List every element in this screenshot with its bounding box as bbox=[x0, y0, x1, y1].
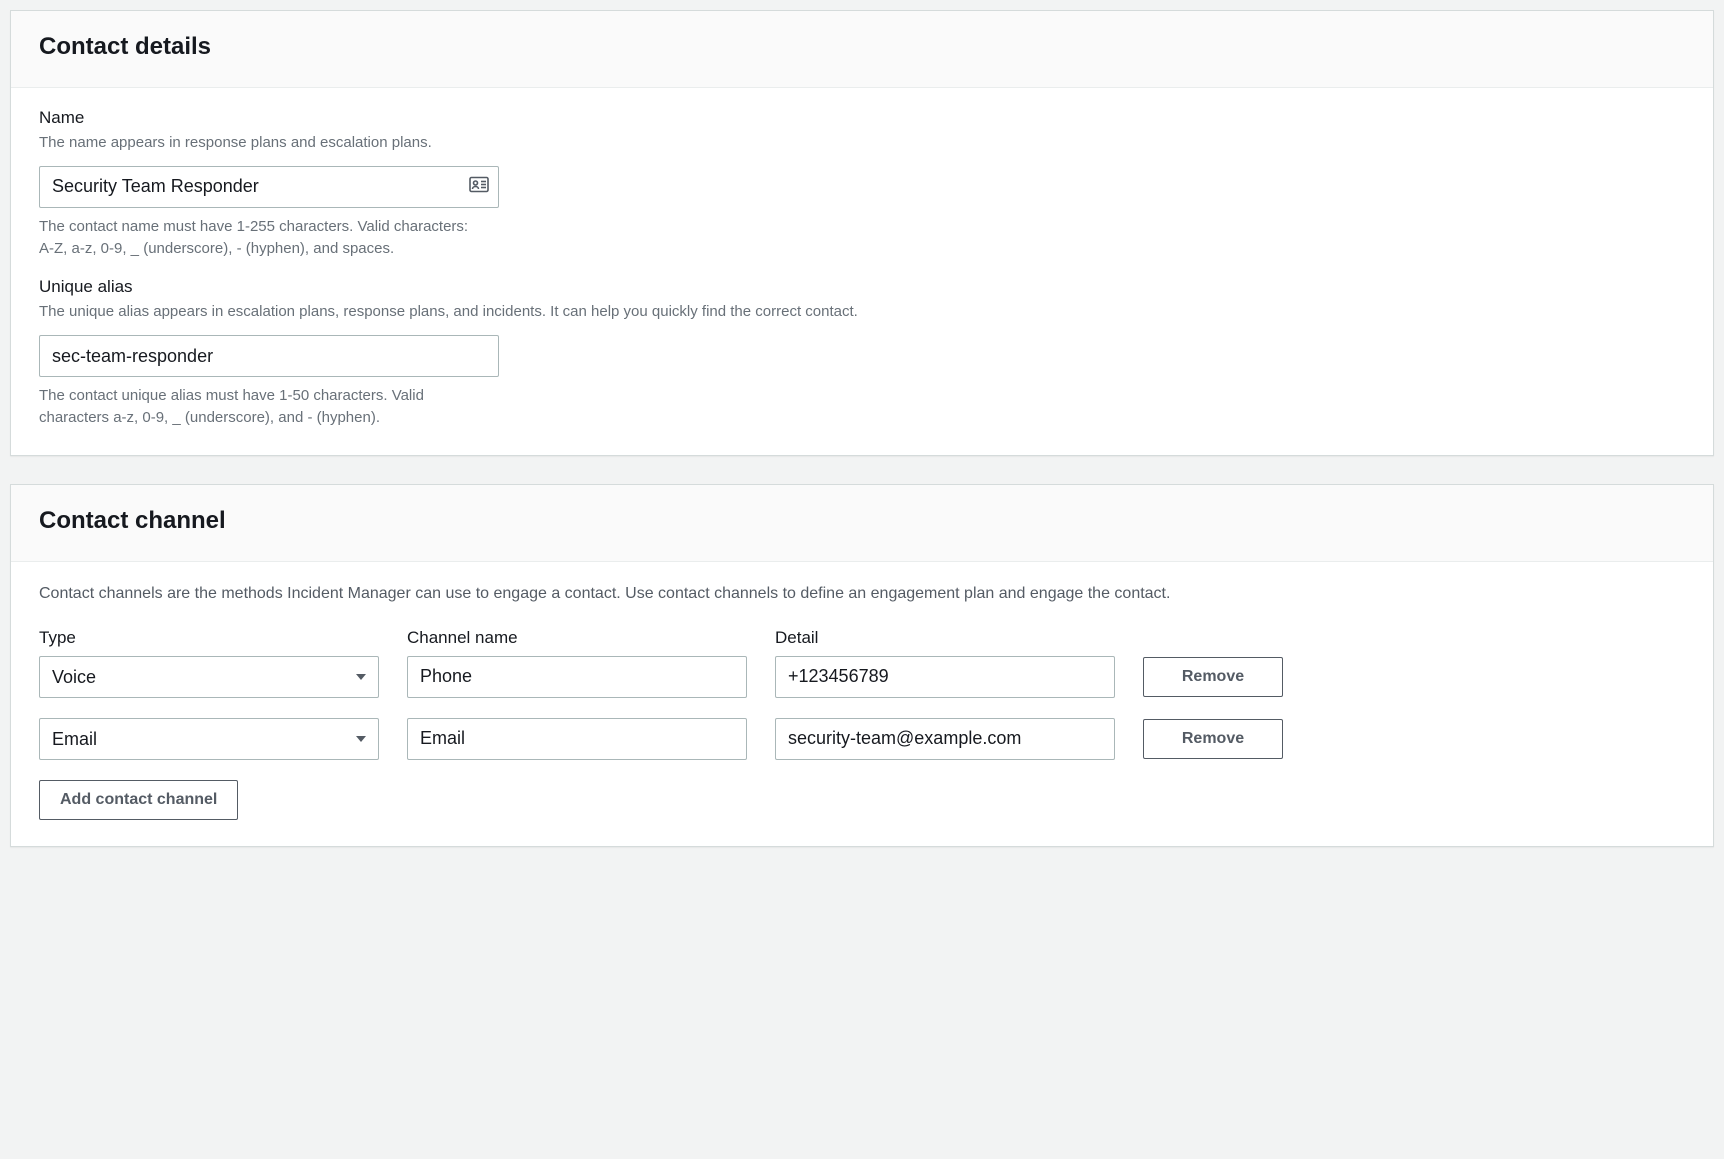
alias-constraint: The contact unique alias must have 1-50 … bbox=[39, 385, 479, 429]
contact-channel-panel: Contact channel Contact channels are the… bbox=[10, 484, 1714, 847]
contact-details-panel: Contact details Name The name appears in… bbox=[10, 10, 1714, 456]
channel-type-select[interactable]: Voice bbox=[39, 656, 379, 698]
name-constraint: The contact name must have 1-255 charact… bbox=[39, 216, 479, 260]
alias-description: The unique alias appears in escalation p… bbox=[39, 301, 1685, 323]
channel-name-input[interactable] bbox=[407, 718, 747, 760]
channel-detail-input[interactable] bbox=[775, 718, 1115, 760]
channel-name-input[interactable] bbox=[407, 656, 747, 698]
column-channel-name-label: Channel name bbox=[407, 628, 747, 648]
name-label: Name bbox=[39, 108, 1685, 128]
name-description: The name appears in response plans and e… bbox=[39, 132, 1685, 154]
channel-row: Email Remove bbox=[39, 718, 1685, 760]
remove-channel-button[interactable]: Remove bbox=[1143, 719, 1283, 759]
remove-channel-button[interactable]: Remove bbox=[1143, 657, 1283, 697]
contact-details-header: Contact details bbox=[11, 11, 1713, 88]
alias-field-group: Unique alias The unique alias appears in… bbox=[39, 277, 1685, 428]
add-contact-channel-button[interactable]: Add contact channel bbox=[39, 780, 238, 820]
name-field-group: Name The name appears in response plans … bbox=[39, 108, 1685, 259]
name-input[interactable] bbox=[39, 166, 499, 208]
channel-detail-input[interactable] bbox=[775, 656, 1115, 698]
alias-label: Unique alias bbox=[39, 277, 1685, 297]
contact-channel-title: Contact channel bbox=[39, 507, 1685, 535]
contact-channel-header: Contact channel bbox=[11, 485, 1713, 562]
channel-row: Voice Remove bbox=[39, 656, 1685, 698]
column-type-label: Type bbox=[39, 628, 379, 648]
contact-details-title: Contact details bbox=[39, 33, 1685, 61]
contact-channel-description: Contact channels are the methods Inciden… bbox=[39, 582, 1685, 606]
channel-type-select[interactable]: Email bbox=[39, 718, 379, 760]
column-detail-label: Detail bbox=[775, 628, 1115, 648]
alias-input[interactable] bbox=[39, 335, 499, 377]
